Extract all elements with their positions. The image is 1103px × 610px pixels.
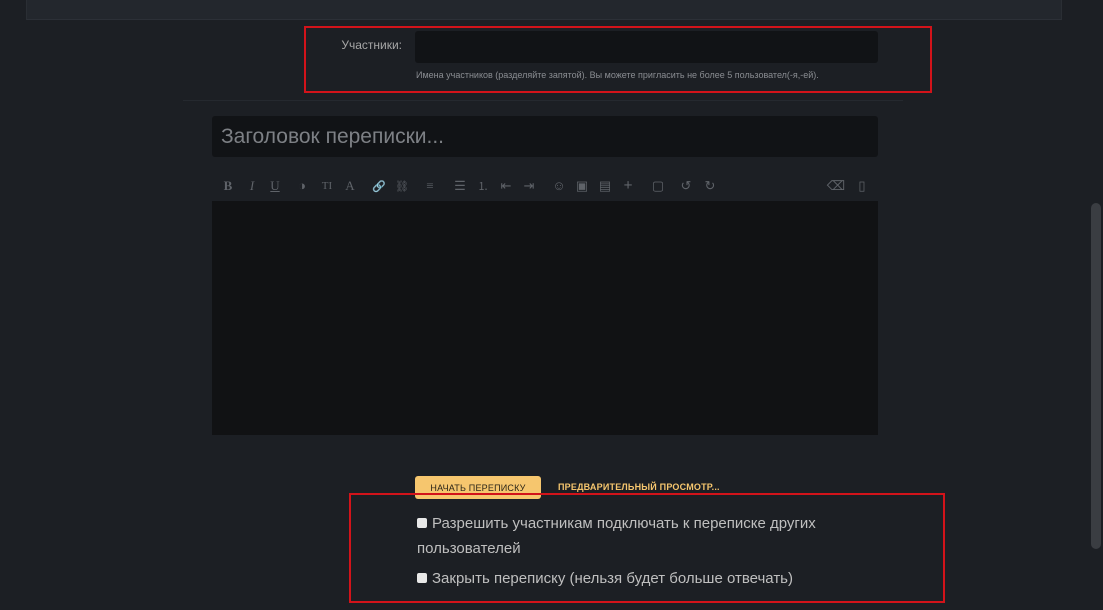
allow-invite-checkbox[interactable] <box>417 518 427 528</box>
eraser-icon[interactable]: ⌫ <box>826 175 846 197</box>
bullet-list-icon[interactable]: ☰ <box>450 175 470 197</box>
insert-icon[interactable]: + <box>618 175 638 197</box>
lock-conversation-option: Закрыть переписку (нельзя будет больше о… <box>417 566 877 591</box>
allow-invite-option: Разрешить участникам подключать к перепи… <box>417 511 877 561</box>
allow-invite-label[interactable]: Разрешить участникам подключать к перепи… <box>417 515 816 557</box>
bold-icon[interactable]: B <box>218 175 238 197</box>
lock-conversation-checkbox[interactable] <box>417 573 427 583</box>
media-icon[interactable]: ▤ <box>595 175 615 197</box>
numbered-list-icon[interactable]: ⒈ <box>473 175 493 197</box>
save-draft-icon[interactable]: ▢ <box>648 175 668 197</box>
font-size-icon[interactable]: TI <box>317 175 337 197</box>
outdent-icon[interactable]: ⇤ <box>496 175 516 197</box>
editor-toolbar: B I U ◑ TI A 🔗 ⛓ ≡ ☰ ⒈ ⇤ ⇥ ☺ ▣ ▤ + ▢ ↺ ↻… <box>212 175 878 199</box>
source-icon[interactable]: ▯ <box>852 175 872 197</box>
undo-icon[interactable]: ↺ <box>676 175 696 197</box>
smiley-icon[interactable]: ☺ <box>549 175 569 197</box>
message-editor[interactable] <box>212 201 878 435</box>
divider <box>183 100 903 101</box>
image-icon[interactable]: ▣ <box>572 175 592 197</box>
preview-button[interactable]: ПРЕДВАРИТЕЛЬНЫЙ ПРОСМОТР... <box>558 482 720 492</box>
color-icon[interactable]: ◑ <box>292 175 312 197</box>
indent-icon[interactable]: ⇥ <box>519 175 539 197</box>
font-icon[interactable]: A <box>340 175 360 197</box>
redo-icon[interactable]: ↻ <box>700 175 720 197</box>
scrollbar-thumb[interactable] <box>1091 203 1101 549</box>
scrollbar-track[interactable] <box>1089 0 1103 610</box>
unlink-icon[interactable]: ⛓ <box>392 175 412 197</box>
underline-icon[interactable]: U <box>265 175 285 197</box>
link-icon[interactable]: 🔗 <box>369 175 389 197</box>
lock-conversation-label[interactable]: Закрыть переписку (нельзя будет больше о… <box>432 570 793 587</box>
align-icon[interactable]: ≡ <box>420 175 440 197</box>
italic-icon[interactable]: I <box>242 175 262 197</box>
highlight-box-participants <box>304 26 932 93</box>
conversation-title-input[interactable] <box>212 116 878 157</box>
top-panel <box>26 0 1062 20</box>
